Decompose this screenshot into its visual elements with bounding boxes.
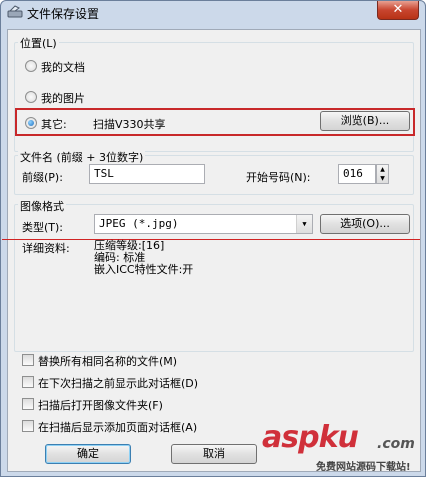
start-number-stepper[interactable]: ▲ ▼	[376, 164, 389, 184]
filename-group-label: 文件名 (前缀 + 3位数字)	[18, 149, 146, 165]
spin-down-icon[interactable]: ▼	[377, 174, 388, 183]
type-label: 类型(T):	[22, 221, 64, 234]
dialog-window: 文件保存设置 ✕ 位置(L) 我的文档 我的图片 其它: 扫描V330共享 浏览…	[0, 0, 426, 477]
radio-my-pictures-label: 我的图片	[41, 92, 85, 105]
close-button[interactable]: ✕	[377, 1, 419, 20]
format-group-label: 图像格式	[18, 198, 66, 214]
add-page-checkbox[interactable]	[22, 420, 34, 432]
show-dialog-label: 在下次扫描之前显示此对话框(D)	[38, 377, 199, 390]
title-bar[interactable]: 文件保存设置 ✕	[1, 1, 425, 23]
radio-my-documents[interactable]	[25, 60, 37, 72]
prefix-label: 前缀(P):	[22, 171, 63, 184]
options-button[interactable]: 选项(O)...	[320, 214, 410, 234]
open-folder-checkbox[interactable]	[22, 398, 34, 410]
ok-button[interactable]: 确定	[45, 444, 131, 464]
window-title: 文件保存设置	[27, 7, 100, 21]
spin-up-icon[interactable]: ▲	[377, 165, 388, 174]
start-number-input[interactable]: 016	[338, 164, 376, 184]
browse-button[interactable]: 浏览(B)...	[320, 111, 410, 131]
watermark-domain: .com	[377, 436, 415, 452]
type-select-value: JPEG (*.jpg)	[99, 217, 179, 230]
other-folder-path: 扫描V330共享	[93, 118, 166, 131]
scanner-icon	[7, 5, 23, 18]
add-page-label: 在扫描后显示添加页面对话框(A)	[38, 421, 198, 434]
cancel-button[interactable]: 取消	[171, 444, 257, 464]
type-select[interactable]: JPEG (*.jpg) ▼	[94, 214, 313, 234]
dialog-body: 位置(L) 我的文档 我的图片 其它: 扫描V330共享 浏览(B)... 文件…	[2, 29, 421, 472]
replace-files-label: 替换所有相同名称的文件(M)	[38, 355, 178, 368]
show-dialog-checkbox[interactable]	[22, 376, 34, 388]
radio-my-documents-label: 我的文档	[41, 61, 85, 74]
open-folder-label: 扫描后打开图像文件夹(F)	[38, 399, 163, 412]
radio-other[interactable]	[25, 117, 37, 129]
prefix-input[interactable]: TSL	[89, 164, 205, 184]
watermark-brand: aspku	[262, 420, 359, 455]
radio-other-label: 其它:	[41, 118, 67, 131]
details-info: 压缩等级:[16] 编码: 标准 嵌入ICC特性文件:开	[94, 240, 193, 276]
replace-files-checkbox[interactable]	[22, 354, 34, 366]
chevron-down-icon[interactable]: ▼	[296, 215, 312, 233]
radio-my-pictures[interactable]	[25, 91, 37, 103]
close-icon: ✕	[392, 2, 404, 17]
details-label: 详细资料:	[22, 242, 70, 255]
start-number-label: 开始号码(N):	[246, 171, 311, 184]
location-group-label: 位置(L)	[18, 35, 59, 51]
details-line: 嵌入ICC特性文件:开	[94, 263, 194, 276]
watermark-tagline: 免费网站源码下载站!	[316, 462, 411, 473]
